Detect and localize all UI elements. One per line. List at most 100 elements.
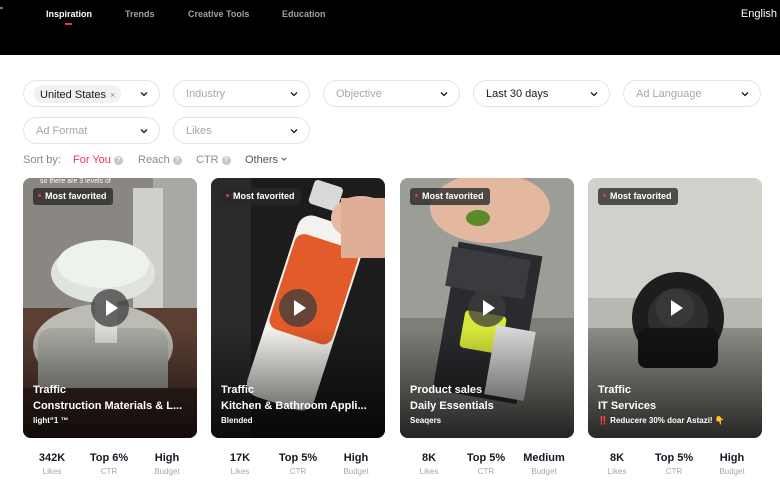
card-4-budget: High Budget	[704, 452, 760, 476]
metric-label: CTR	[289, 467, 307, 476]
card-1-budget: High Budget	[139, 452, 195, 476]
chevron-down-icon	[741, 92, 749, 97]
chevron-down-icon	[140, 129, 148, 134]
card-objective: Product sales	[410, 384, 483, 396]
card-industry: Construction Materials & L...	[33, 400, 183, 412]
menu-edge-icon	[0, 7, 3, 9]
card-3-likes: 8K Likes	[401, 452, 457, 476]
card-industry: Kitchen & Bathroom Appli...	[221, 400, 367, 412]
badge-dot	[603, 194, 606, 197]
card-objective: Traffic	[221, 384, 255, 396]
industry-filter[interactable]: Industry	[173, 80, 310, 107]
metric-value: 342K	[38, 452, 66, 464]
metric-value: 8K	[609, 452, 625, 464]
nav-trends[interactable]: Trends	[125, 9, 155, 19]
badge-label: Most favorited	[610, 191, 672, 201]
nav-creative-tools[interactable]: Creative Tools	[188, 9, 249, 19]
metric-label: Budget	[719, 467, 745, 476]
badge-label: Most favorited	[422, 191, 484, 201]
country-chip: United States ×	[34, 85, 122, 103]
metric-label: Likes	[607, 467, 627, 476]
help-icon: ?	[172, 156, 182, 165]
metric-label: CTR	[477, 467, 495, 476]
country-filter[interactable]: United States ×	[23, 80, 160, 107]
ad-card-4[interactable]: Most favorited Traffic IT Services ‼️ Re…	[588, 178, 762, 438]
sort-reach[interactable]: Reach?	[138, 154, 182, 166]
sort-ctr[interactable]: CTR?	[196, 154, 231, 166]
nav-education[interactable]: Education	[282, 9, 326, 19]
chevron-down-icon	[281, 157, 287, 161]
card-1-ctr: Top 6% CTR	[81, 452, 137, 476]
chevron-down-icon	[140, 92, 148, 97]
badge-dot	[415, 194, 418, 197]
card-overlay-caption: so there are 3 levels of	[40, 178, 111, 185]
sort-label: Sort by:	[23, 154, 61, 166]
card-industry: IT Services	[598, 400, 657, 412]
chevron-down-icon	[290, 129, 298, 134]
metric-label: Likes	[42, 467, 62, 476]
metric-value: Top 5%	[278, 452, 318, 464]
card-objective: Traffic	[598, 384, 632, 396]
play-icon[interactable]	[468, 289, 506, 327]
badge-dot	[226, 194, 229, 197]
metric-label: Likes	[230, 467, 250, 476]
play-icon[interactable]	[656, 289, 694, 327]
metric-label: CTR	[100, 467, 118, 476]
ad-language-filter[interactable]: Ad Language	[623, 80, 761, 107]
nav-active-indicator	[65, 23, 72, 25]
nav-inspiration[interactable]: Inspiration	[46, 9, 92, 19]
most-favorited-badge: Most favorited	[33, 188, 113, 205]
card-3-budget: Medium Budget	[516, 452, 572, 476]
card-4-likes: 8K Likes	[589, 452, 645, 476]
card-2-likes: 17K Likes	[212, 452, 268, 476]
period-filter[interactable]: Last 30 days	[473, 80, 610, 107]
card-brand: ‼️ Reducere 30% doar Astazi! 👇	[598, 416, 725, 425]
objective-filter[interactable]: Objective	[323, 80, 460, 107]
close-icon[interactable]: ×	[110, 90, 115, 100]
metric-value: Top 5%	[466, 452, 506, 464]
likes-filter[interactable]: Likes	[173, 117, 310, 144]
metric-value: High	[719, 452, 745, 464]
most-favorited-badge: Most favorited	[598, 188, 678, 205]
objective-placeholder: Objective	[336, 88, 382, 100]
chevron-down-icon	[440, 92, 448, 97]
ad-card-3[interactable]: Most favorited Product sales Daily Essen…	[400, 178, 574, 438]
ad-format-placeholder: Ad Format	[36, 125, 88, 137]
card-brand: Seaqers	[410, 416, 442, 425]
card-brand: Blended	[221, 416, 253, 425]
card-objective: Traffic	[33, 384, 67, 396]
play-icon[interactable]	[279, 289, 317, 327]
metric-label: Likes	[419, 467, 439, 476]
most-favorited-badge: Most favorited	[410, 188, 490, 205]
help-icon: ?	[221, 156, 231, 165]
metric-value: High	[343, 452, 369, 464]
ad-format-filter[interactable]: Ad Format	[23, 117, 160, 144]
card-3-ctr: Top 5% CTR	[458, 452, 514, 476]
ad-card-2[interactable]: Most favorited Traffic Kitchen & Bathroo…	[211, 178, 385, 438]
card-2-ctr: Top 5% CTR	[270, 452, 326, 476]
metric-value: 8K	[421, 452, 437, 464]
metric-value: Medium	[523, 452, 565, 464]
metric-value: 17K	[229, 452, 251, 464]
sort-for-you[interactable]: For You?	[73, 154, 123, 166]
sort-others-label: Others	[245, 154, 279, 166]
sort-others[interactable]: Others	[245, 154, 288, 166]
card-4-ctr: Top 5% CTR	[646, 452, 702, 476]
sort-reach-label: Reach	[138, 154, 170, 166]
card-2-budget: High Budget	[328, 452, 384, 476]
metric-label: Budget	[343, 467, 369, 476]
country-chip-label: United States	[40, 89, 107, 101]
language-selector[interactable]: English	[741, 8, 777, 20]
metric-value: High	[154, 452, 180, 464]
likes-placeholder: Likes	[186, 125, 212, 137]
industry-placeholder: Industry	[186, 88, 226, 100]
top-navigation-bar: Inspiration Trends Creative Tools Educat…	[0, 0, 780, 55]
play-icon[interactable]	[91, 289, 129, 327]
card-brand: light“1 ™	[33, 416, 69, 425]
badge-label: Most favorited	[233, 191, 295, 201]
card-1-likes: 342K Likes	[24, 452, 80, 476]
metric-label: Budget	[154, 467, 180, 476]
ad-card-1[interactable]: so there are 3 levels of Most favorited …	[23, 178, 197, 438]
card-industry: Daily Essentials	[410, 400, 494, 412]
metric-label: CTR	[665, 467, 683, 476]
